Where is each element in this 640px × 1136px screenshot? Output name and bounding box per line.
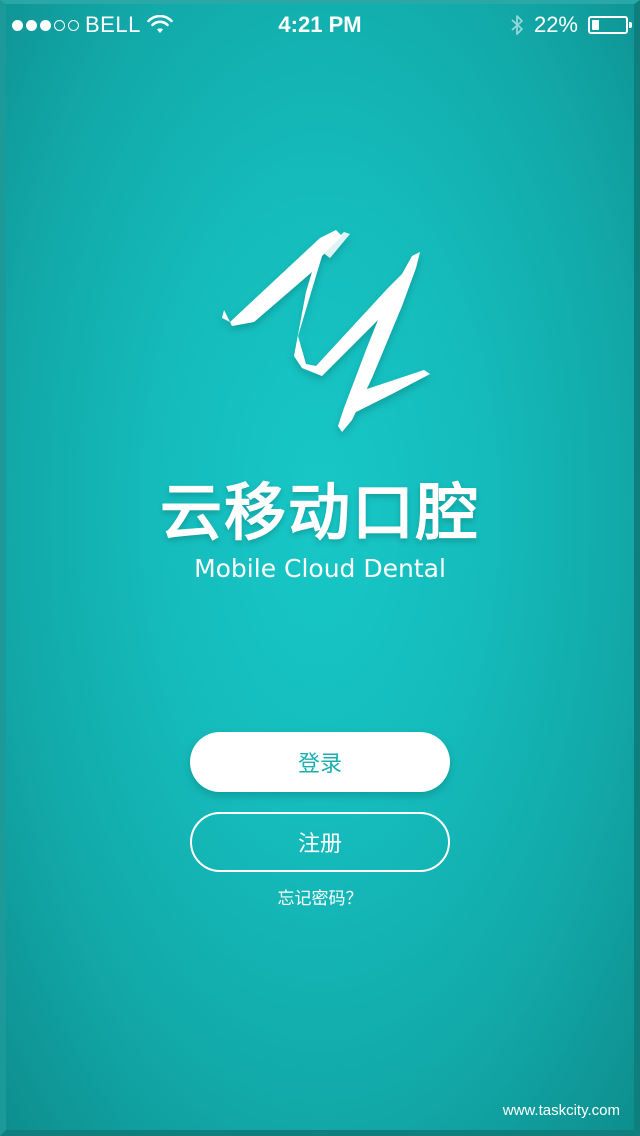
battery-percentage: 22% [533, 12, 578, 37]
status-bar: BELL 4:21 PM 22% [6, 4, 634, 44]
register-button[interactable]: 注册 [190, 812, 450, 872]
login-button[interactable]: 登录 [190, 732, 450, 792]
watermark: www.taskcity.com [502, 1102, 620, 1119]
app-subtitle: Mobile Cloud Dental [194, 554, 446, 583]
app-name: 云移动口腔 [159, 476, 480, 549]
battery-level-fill [592, 20, 599, 30]
status-right: 22% [510, 12, 632, 38]
login-screen: BELL 4:21 PM 22% 云移动口腔 Mobile Cloud Dent… [0, 0, 640, 1136]
bluetooth-icon [511, 15, 523, 35]
forgot-password-link[interactable]: 忘记密码？ [6, 884, 634, 909]
brush-stroke-m-logo [202, 218, 442, 448]
battery-icon [588, 16, 632, 34]
